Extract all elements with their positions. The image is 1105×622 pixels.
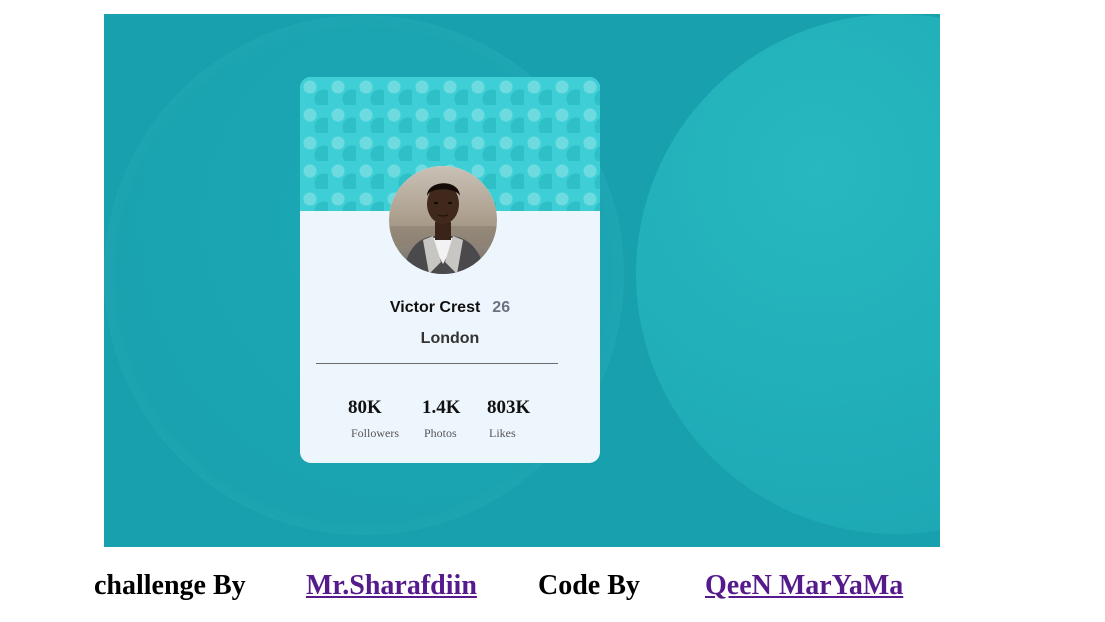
divider	[316, 363, 558, 364]
challenge-label: challenge By	[94, 570, 246, 601]
avatar	[389, 166, 497, 274]
attribution-footer: challenge By Mr.Sharafdiin Code By QeeN …	[0, 570, 1105, 606]
avatar-photo	[389, 166, 497, 274]
code-author-link[interactable]: QeeN MarYaMa	[705, 570, 903, 602]
followers-value: 80K	[348, 397, 382, 418]
likes-label: Likes	[489, 426, 516, 440]
profile-card: Victor Crest 26 London 80K Followers 1.4K…	[300, 77, 600, 463]
profile-city: London	[420, 330, 480, 347]
profile-age: 26	[492, 299, 511, 316]
background-stage: Victor Crest 26 London 80K Followers 1.4K…	[104, 14, 940, 547]
code-label: Code By	[538, 570, 640, 601]
likes-value: 803K	[487, 397, 531, 418]
decorative-circle-right	[636, 14, 940, 534]
name-row: Victor Crest 26	[300, 299, 600, 317]
followers-label: Followers	[351, 426, 399, 440]
photos-label: Photos	[424, 426, 457, 440]
photos-value: 1.4K	[422, 397, 461, 418]
profile-name: Victor Crest	[389, 299, 481, 316]
challenge-author-link[interactable]: Mr.Sharafdiin	[306, 570, 477, 602]
